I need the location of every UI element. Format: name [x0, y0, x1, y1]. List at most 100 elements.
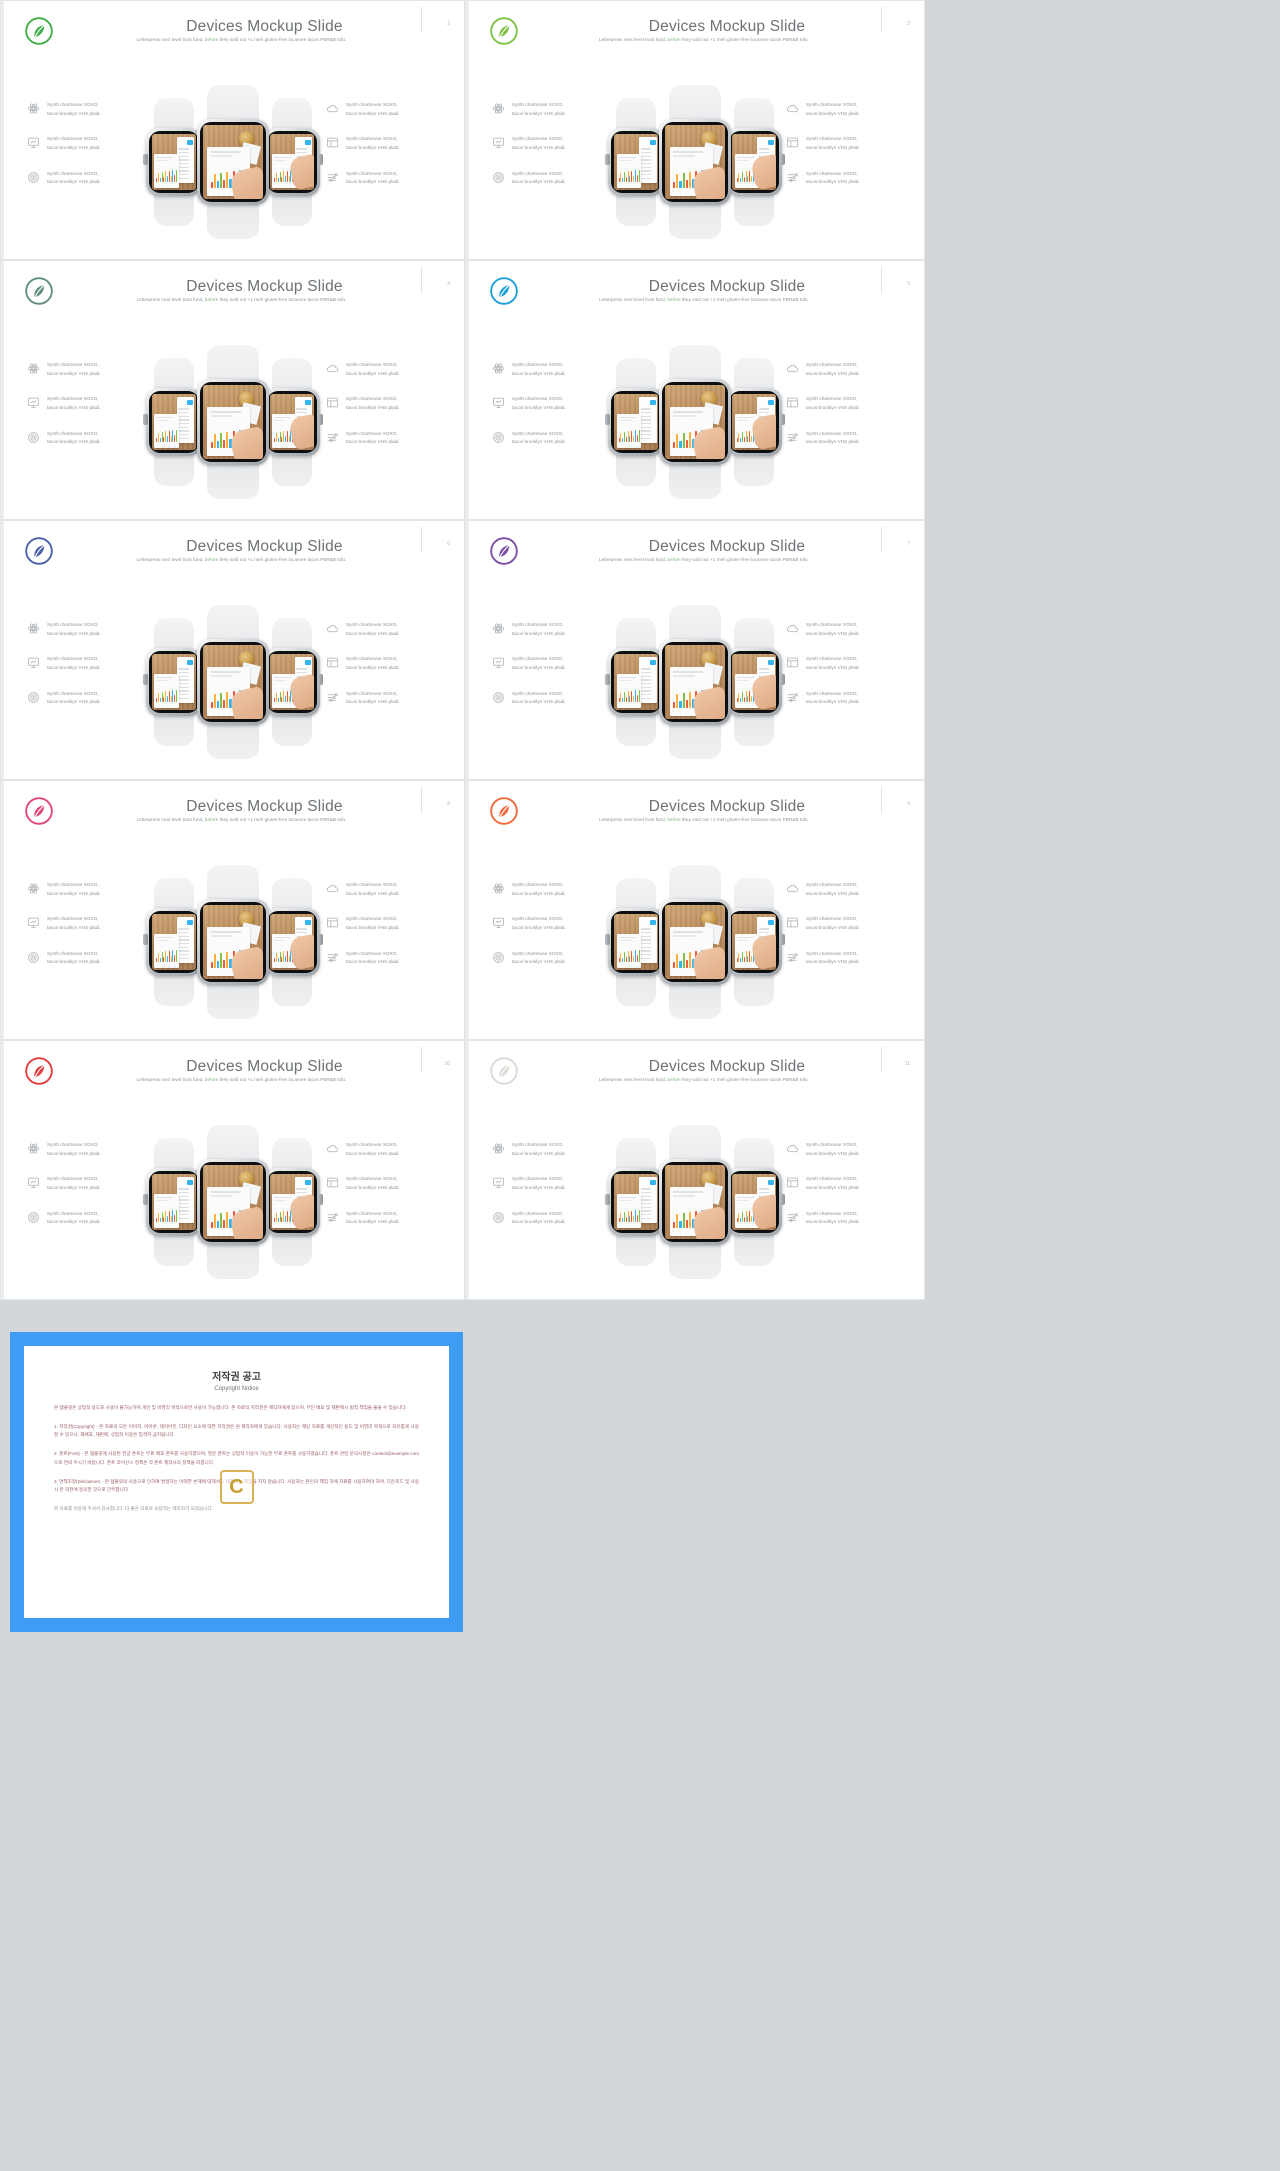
watch-mockup-right [726, 878, 785, 1006]
atom-icon [492, 362, 505, 375]
feature-text: Synth chartreuse XOXO, tacos brooklyn VH… [512, 622, 566, 636]
slide-title: Devices Mockup Slide [186, 18, 343, 35]
feature-text: Synth chartreuse XOXO, tacos brooklyn VH… [512, 1142, 566, 1156]
slide-thumbnail-2[interactable]: Devices Mockup Slide Letterpress next le… [0, 0, 465, 260]
slide-page-number: 8 [447, 801, 450, 807]
watch-mockup-center [659, 865, 731, 1019]
feature-text: Synth chartreuse XOXO, tacos brooklyn VH… [346, 430, 400, 445]
slide-subtitle: Letterpress next level trust fund, befor… [136, 297, 347, 302]
watch-mockup-center [659, 1125, 731, 1279]
feature-row: Synth chartreuse XOXO, tacos brooklyn VH… [326, 655, 446, 672]
feature-text: Synth chartreuse XOXO, tacos brooklyn VH… [512, 102, 566, 116]
slide-title: Devices Mockup Slide [186, 278, 343, 295]
target-icon [27, 951, 40, 964]
feature-text: Synth chartreuse XOXO, tacos brooklyn VH… [47, 622, 101, 636]
slide-title: Devices Mockup Slide [648, 18, 806, 35]
atom-icon [27, 882, 40, 895]
feature-row: Synth chartreuse XOXO, tacos brooklyn VH… [326, 361, 446, 378]
feature-text: Synth chartreuse XOXO, tacos brooklyn VH… [47, 170, 101, 185]
watch-mockup-group [585, 605, 805, 759]
feature-row: Synth chartreuse XOXO, tacos brooklyn VH… [326, 101, 446, 118]
watch-mockup-center [196, 605, 269, 759]
leaf-logo-orange [490, 797, 518, 825]
feature-row: Synth chartreuse XOXO, tacos brooklyn VH… [326, 950, 446, 967]
slide-thumbnail-page: Devices Mockup Slide Letterpress next le… [0, 0, 1280, 2171]
copyright-title: 저작권 공고 [212, 1372, 261, 1383]
slide-page-number: 10 [444, 1061, 450, 1067]
leaf-logo-indigo [25, 537, 53, 565]
watch-mockup-group [123, 85, 343, 239]
feature-text: Synth chartreuse XOXO, tacos brooklyn VH… [47, 396, 101, 411]
header-divider [881, 1047, 882, 1073]
header-divider [881, 527, 882, 553]
header-divider [421, 267, 422, 293]
slide-thumbnail-4[interactable]: Devices Mockup Slide Letterpress next le… [0, 260, 465, 520]
feature-text: Synth chartreuse XOXO, tacos brooklyn VH… [346, 950, 400, 965]
atom-icon [492, 622, 505, 635]
feature-row: Synth chartreuse XOXO, tacos brooklyn VH… [326, 1141, 446, 1158]
watch-mockup-left [142, 1138, 202, 1266]
slide-thumbnail-9[interactable]: Devices Mockup Slide Letterpress next le… [465, 780, 925, 1040]
watch-mockup-right [263, 878, 323, 1006]
slide-title: Devices Mockup Slide [186, 538, 343, 555]
feature-row: Synth chartreuse XOXO, tacos brooklyn VH… [326, 430, 446, 447]
feature-text: Synth chartreuse XOXO, tacos brooklyn VH… [346, 1176, 400, 1191]
target-icon [492, 691, 505, 704]
slide-thumbnail-3[interactable]: Devices Mockup Slide Letterpress next le… [465, 0, 925, 260]
atom-icon [492, 882, 505, 895]
slide-title: Devices Mockup Slide [648, 538, 806, 555]
slide-subtitle: Letterpress next level trust fund, befor… [599, 1077, 809, 1082]
watch-mockup-left [605, 98, 664, 226]
feature-text: Synth chartreuse XOXO, tacos brooklyn VH… [512, 656, 566, 671]
leaf-logo-blue [490, 277, 518, 305]
slide-thumbnail-6[interactable]: Devices Mockup Slide Letterpress next le… [0, 520, 465, 780]
feature-text: Synth chartreuse XOXO, tacos brooklyn VH… [512, 362, 566, 376]
slide-subtitle: Letterpress next level trust fund, befor… [599, 37, 809, 42]
feature-text: Synth chartreuse XOXO, tacos brooklyn VH… [806, 1176, 860, 1191]
copyright-paragraph-1: 1. 저작권(Copyright) - 본 자료의 모든 이미지, 아이콘, 레… [54, 1423, 419, 1438]
slide-thumbnail-5[interactable]: Devices Mockup Slide Letterpress next le… [465, 260, 925, 520]
feature-text: Synth chartreuse XOXO, tacos brooklyn VH… [806, 656, 860, 671]
leaf-logo-pale [490, 1057, 518, 1085]
feature-text: Synth chartreuse XOXO, tacos brooklyn VH… [47, 136, 101, 151]
leaf-logo-purple [490, 537, 518, 565]
feature-text: Synth chartreuse XOXO, tacos brooklyn VH… [47, 1142, 101, 1156]
feature-text: Synth chartreuse XOXO, tacos brooklyn VH… [806, 396, 860, 411]
slide-thumbnail-11[interactable]: Devices Mockup Slide Letterpress next le… [465, 1040, 925, 1300]
feature-text: Synth chartreuse XOXO, tacos brooklyn VH… [346, 1210, 400, 1225]
feature-text: Synth chartreuse XOXO, tacos brooklyn VH… [806, 916, 860, 931]
feature-row: Synth chartreuse XOXO, tacos brooklyn VH… [326, 915, 446, 932]
watch-mockup-left [605, 878, 664, 1006]
feature-text: Synth chartreuse XOXO, tacos brooklyn VH… [346, 656, 400, 671]
presentation-chart-icon [492, 1176, 505, 1189]
feature-text: Synth chartreuse XOXO, tacos brooklyn VH… [806, 136, 860, 151]
feature-text: Synth chartreuse XOXO, tacos brooklyn VH… [806, 882, 860, 896]
watch-mockup-center [196, 345, 269, 499]
slide-page-number: 9 [907, 801, 910, 807]
feature-text: Synth chartreuse XOXO, tacos brooklyn VH… [346, 396, 400, 411]
slide-subtitle: Letterpress next level trust fund, befor… [136, 1077, 347, 1082]
slide-subtitle: Letterpress next level trust fund, befor… [136, 557, 347, 562]
feature-text: Synth chartreuse XOXO, tacos brooklyn VH… [512, 950, 566, 965]
feature-text: Synth chartreuse XOXO, tacos brooklyn VH… [512, 916, 566, 931]
feature-text: Synth chartreuse XOXO, tacos brooklyn VH… [47, 1176, 101, 1191]
watch-mockup-right [263, 1138, 323, 1266]
feature-list-right: Synth chartreuse XOXO, tacos brooklyn VH… [326, 361, 446, 447]
slide-thumbnail-8[interactable]: Devices Mockup Slide Letterpress next le… [0, 780, 465, 1040]
target-icon [492, 951, 505, 964]
slide-title: Devices Mockup Slide [648, 798, 806, 815]
slide-thumbnail-7[interactable]: Devices Mockup Slide Letterpress next le… [465, 520, 925, 780]
feature-row: Synth chartreuse XOXO, tacos brooklyn VH… [326, 395, 446, 412]
header-divider [421, 1047, 422, 1073]
feature-row: Synth chartreuse XOXO, tacos brooklyn VH… [326, 881, 446, 898]
watch-mockup-left [142, 878, 202, 1006]
watch-mockup-group [123, 345, 343, 499]
feature-text: Synth chartreuse XOXO, tacos brooklyn VH… [47, 916, 101, 931]
slide-title: Devices Mockup Slide [648, 278, 806, 295]
watch-mockup-left [142, 358, 202, 486]
slide-thumbnail-10[interactable]: Devices Mockup Slide Letterpress next le… [0, 1040, 465, 1300]
slide-grid: Devices Mockup Slide Letterpress next le… [0, 0, 925, 1300]
watch-mockup-left [605, 618, 664, 746]
watch-mockup-group [585, 865, 805, 1019]
copyright-sheet: 저작권 공고 Copyright Notice 본 템플릿은 상업적 용도로 사… [24, 1346, 449, 1618]
